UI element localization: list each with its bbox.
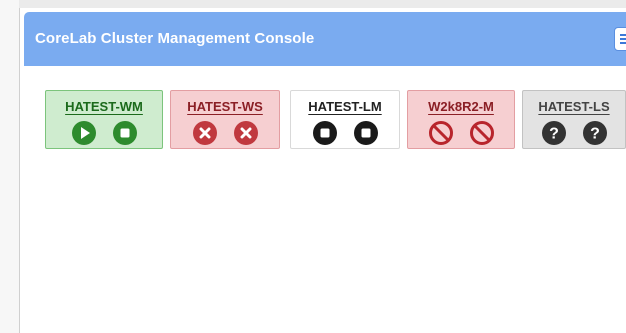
node-tile-w2k8r2-m[interactable]: W2k8R2-M — [407, 90, 515, 149]
node-name[interactable]: HATEST-WS — [171, 99, 279, 114]
x-circle-icon[interactable] — [192, 120, 218, 146]
hamburger-menu-icon[interactable] — [614, 27, 626, 51]
question-icon[interactable]: ? — [541, 120, 567, 146]
x-circle-icon[interactable] — [233, 120, 259, 146]
node-name[interactable]: HATEST-WM — [46, 99, 162, 114]
stop-icon[interactable] — [353, 120, 379, 146]
no-entry-icon[interactable] — [469, 120, 495, 146]
node-tile-hatest-ls[interactable]: HATEST-LS ? ? — [522, 90, 626, 149]
window-edge — [0, 0, 19, 333]
node-tile-hatest-ws[interactable]: HATEST-WS — [170, 90, 280, 149]
page-title: CoreLab Cluster Management Console — [35, 30, 315, 47]
svg-text:?: ? — [549, 126, 559, 143]
svg-text:?: ? — [590, 126, 600, 143]
node-name[interactable]: HATEST-LS — [523, 99, 625, 114]
node-name[interactable]: HATEST-LM — [291, 99, 399, 114]
node-tile-hatest-wm[interactable]: HATEST-WM — [45, 90, 163, 149]
node-name[interactable]: W2k8R2-M — [408, 99, 514, 114]
node-tile-hatest-lm[interactable]: HATEST-LM — [290, 90, 400, 149]
play-icon[interactable] — [71, 120, 97, 146]
panel-header: CoreLab Cluster Management Console — [24, 12, 626, 66]
console-panel: CoreLab Cluster Management Console HATES… — [19, 8, 626, 333]
stop-icon[interactable] — [312, 120, 338, 146]
no-entry-icon[interactable] — [428, 120, 454, 146]
stop-icon[interactable] — [112, 120, 138, 146]
question-icon[interactable]: ? — [582, 120, 608, 146]
